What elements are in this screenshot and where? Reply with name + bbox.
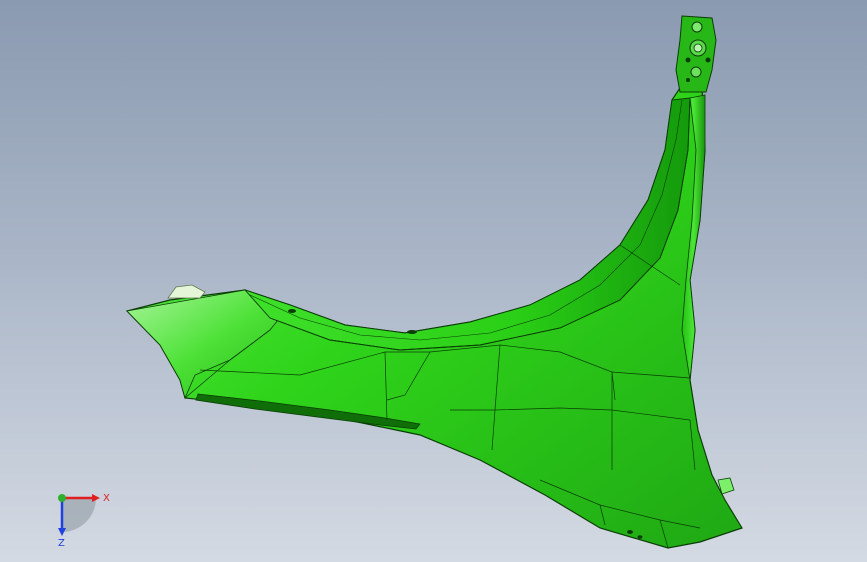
mount-hole-small-left bbox=[685, 57, 691, 63]
fender-part-model[interactable] bbox=[0, 0, 867, 562]
bottom-hole-2 bbox=[637, 535, 643, 539]
y-axis-dot-icon bbox=[58, 494, 66, 502]
mount-hole-small-right bbox=[705, 57, 711, 63]
mount-hole-middle-inner bbox=[693, 43, 703, 53]
x-axis-label: X bbox=[103, 493, 110, 504]
z-axis-arrow-icon bbox=[58, 528, 66, 536]
arch-hole-middle bbox=[407, 330, 417, 334]
triad-quadrant-shade bbox=[62, 498, 96, 532]
mount-hole-upper bbox=[691, 21, 703, 33]
arch-hole-left bbox=[288, 309, 296, 313]
cad-3d-viewport[interactable]: X Z bbox=[0, 0, 867, 562]
x-axis-arrow-icon bbox=[92, 494, 100, 502]
orientation-triad: X Z bbox=[58, 493, 110, 549]
front-clip-tab bbox=[167, 284, 206, 299]
z-axis-label: Z bbox=[58, 538, 65, 549]
mount-hole-lower bbox=[690, 66, 702, 78]
bottom-hole-1 bbox=[627, 530, 633, 534]
mount-hole-small-bottom bbox=[686, 78, 690, 82]
